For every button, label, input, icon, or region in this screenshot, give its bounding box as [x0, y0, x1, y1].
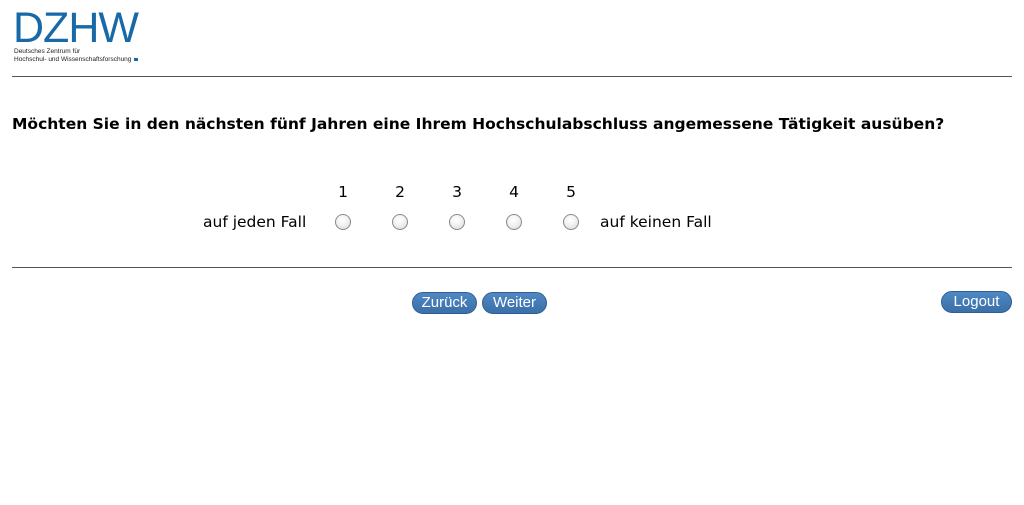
scale-number-4: 4 — [509, 183, 519, 201]
radio-option-2[interactable] — [392, 214, 408, 230]
radio-option-3[interactable] — [449, 214, 465, 230]
back-button[interactable]: Zurück — [412, 292, 477, 314]
header-divider — [12, 76, 1012, 77]
logout-button[interactable]: Logout — [941, 291, 1012, 313]
footer-divider — [12, 267, 1012, 268]
scale-number-1: 1 — [338, 183, 348, 201]
scale-number-2: 2 — [395, 183, 405, 201]
scale-left-label: auf jeden Fall — [203, 213, 307, 231]
radio-option-4[interactable] — [506, 214, 522, 230]
dzhw-logo: DZHW Deutsches Zentrum für Hochschul- un… — [12, 4, 147, 68]
scale-number-5: 5 — [566, 183, 576, 201]
next-button[interactable]: Weiter — [482, 292, 547, 314]
logo-subtitle-line2: Hochschul- und Wissenschaftsforschung — [14, 56, 132, 63]
scale-right-label: auf keinen Fall — [600, 213, 712, 231]
radio-option-5[interactable] — [563, 214, 579, 230]
logo-square-icon — [134, 57, 139, 61]
question-text: Möchten Sie in den nächsten fünf Jahren … — [12, 115, 945, 133]
scale-number-3: 3 — [452, 183, 462, 201]
radio-option-1[interactable] — [335, 214, 351, 230]
logo-wordmark: DZHW — [13, 4, 139, 52]
